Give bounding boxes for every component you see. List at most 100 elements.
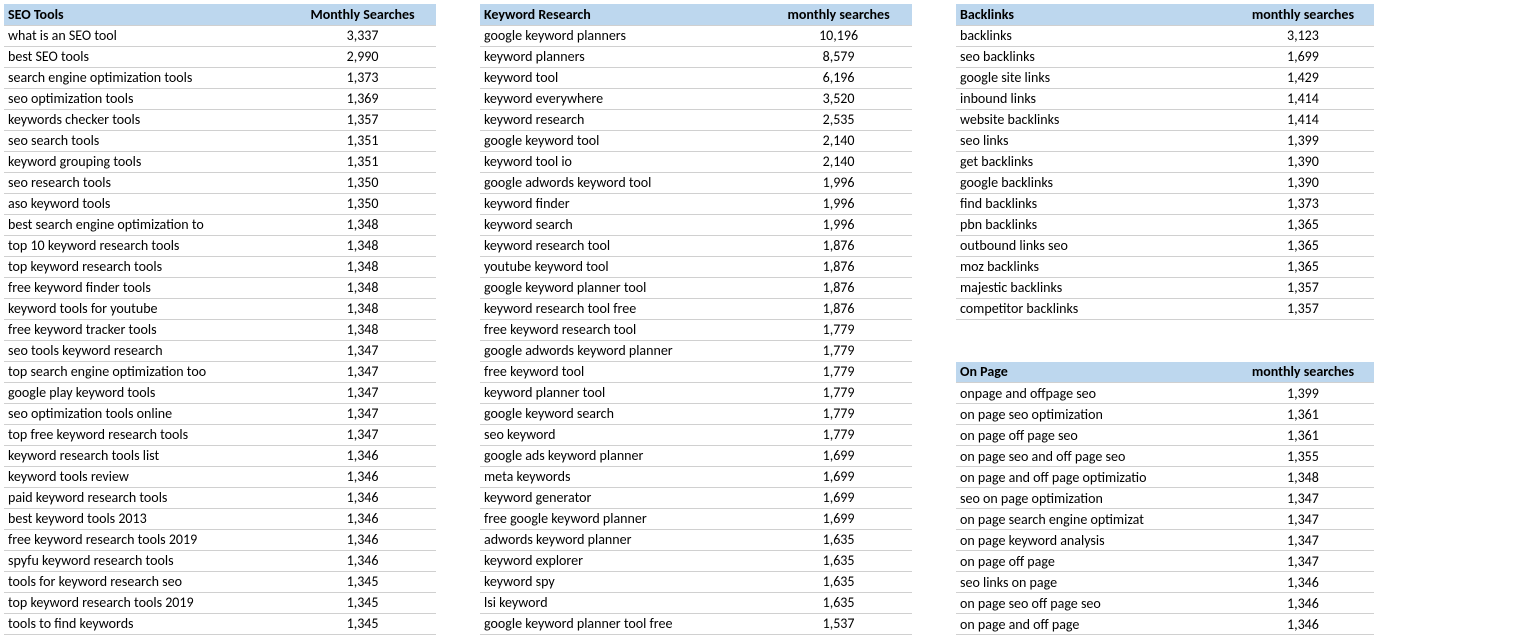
- cell-value[interactable]: 1,346: [289, 508, 436, 529]
- cell-term[interactable]: google play keyword tools: [4, 382, 289, 403]
- table-header-row[interactable]: On Page monthly searches: [956, 362, 1374, 383]
- table-header-row[interactable]: Keyword Research monthly searches: [480, 4, 912, 25]
- table-row[interactable]: keywords checker tools1,357: [4, 109, 436, 130]
- cell-value[interactable]: 1,345: [289, 613, 436, 634]
- cell-term[interactable]: google ads keyword planner: [480, 445, 765, 466]
- header-term[interactable]: SEO Tools: [4, 4, 289, 25]
- cell-term[interactable]: on page off page seo: [956, 425, 1232, 446]
- table-row[interactable]: onpage and offpage seo1,399: [956, 383, 1374, 404]
- cell-value[interactable]: 1,414: [1232, 88, 1374, 109]
- cell-value[interactable]: 1,876: [765, 235, 912, 256]
- table-row[interactable]: top search engine optimization too1,347: [4, 361, 436, 382]
- table-row[interactable]: on page off page1,347: [956, 551, 1374, 572]
- cell-value[interactable]: 1,346: [289, 466, 436, 487]
- table-row[interactable]: on page keyword analysis1,347: [956, 530, 1374, 551]
- cell-value[interactable]: 1,357: [1232, 277, 1374, 298]
- cell-term[interactable]: google adwords keyword planner: [480, 340, 765, 361]
- table-row[interactable]: keyword tools review1,346: [4, 466, 436, 487]
- header-value[interactable]: monthly searches: [1232, 362, 1374, 383]
- table-row[interactable]: free keyword research tools 20191,346: [4, 529, 436, 550]
- cell-value[interactable]: 1,348: [1232, 467, 1374, 488]
- table-row[interactable]: top keyword research tools1,348: [4, 256, 436, 277]
- cell-term[interactable]: get backlinks: [956, 151, 1232, 172]
- cell-term[interactable]: meta keywords: [480, 466, 765, 487]
- header-value[interactable]: Monthly Searches: [289, 4, 436, 25]
- cell-term[interactable]: google keyword search: [480, 403, 765, 424]
- table-row[interactable]: keyword explorer1,635: [480, 550, 912, 571]
- cell-value[interactable]: 1,348: [289, 256, 436, 277]
- table-row[interactable]: pbn backlinks1,365: [956, 214, 1374, 235]
- cell-value[interactable]: 3,337: [289, 25, 436, 46]
- cell-term[interactable]: lsi keyword: [480, 592, 765, 613]
- header-term[interactable]: Keyword Research: [480, 4, 765, 25]
- cell-value[interactable]: 1,699: [765, 508, 912, 529]
- cell-value[interactable]: 1,876: [765, 256, 912, 277]
- cell-term[interactable]: on page and off page: [956, 614, 1232, 635]
- cell-value[interactable]: 1,365: [1232, 235, 1374, 256]
- cell-term[interactable]: tools for keyword research seo: [4, 571, 289, 592]
- cell-value[interactable]: 1,699: [765, 466, 912, 487]
- cell-value[interactable]: 1,347: [1232, 530, 1374, 551]
- table-row[interactable]: google keyword planner tool1,876: [480, 277, 912, 298]
- cell-term[interactable]: top 10 keyword research tools: [4, 235, 289, 256]
- table-row[interactable]: keyword research tools list1,346: [4, 445, 436, 466]
- cell-term[interactable]: keyword research tool free: [480, 298, 765, 319]
- cell-term[interactable]: google adwords keyword tool: [480, 172, 765, 193]
- cell-term[interactable]: seo links: [956, 130, 1232, 151]
- table-row[interactable]: on page seo and off page seo1,355: [956, 446, 1374, 467]
- cell-term[interactable]: top keyword research tools: [4, 256, 289, 277]
- cell-term[interactable]: keyword explorer: [480, 550, 765, 571]
- cell-term[interactable]: best keyword tools 2013: [4, 508, 289, 529]
- table-row[interactable]: free google keyword planner1,699: [480, 508, 912, 529]
- cell-value[interactable]: 1,347: [289, 361, 436, 382]
- cell-value[interactable]: 1,350: [289, 172, 436, 193]
- cell-value[interactable]: 1,399: [1232, 383, 1374, 404]
- cell-term[interactable]: seo on page optimization: [956, 488, 1232, 509]
- cell-value[interactable]: 1,361: [1232, 425, 1374, 446]
- table-row[interactable]: google ads keyword planner1,699: [480, 445, 912, 466]
- cell-term[interactable]: seo search tools: [4, 130, 289, 151]
- cell-value[interactable]: 1,699: [765, 445, 912, 466]
- table-row[interactable]: keyword spy1,635: [480, 571, 912, 592]
- cell-value[interactable]: 3,123: [1232, 25, 1374, 46]
- cell-value[interactable]: 6,196: [765, 67, 912, 88]
- table-row[interactable]: free keyword tracker tools1,348: [4, 319, 436, 340]
- cell-value[interactable]: 1,346: [289, 529, 436, 550]
- table-row[interactable]: adwords keyword planner1,635: [480, 529, 912, 550]
- table-row[interactable]: backlinks3,123: [956, 25, 1374, 46]
- table-on-page[interactable]: On Page monthly searches onpage and offp…: [956, 362, 1374, 636]
- table-row[interactable]: keyword tool io2,140: [480, 151, 912, 172]
- cell-term[interactable]: keyword tools for youtube: [4, 298, 289, 319]
- table-row[interactable]: on page and off page1,346: [956, 614, 1374, 635]
- cell-term[interactable]: adwords keyword planner: [480, 529, 765, 550]
- table-row[interactable]: inbound links1,414: [956, 88, 1374, 109]
- table-row[interactable]: search engine optimization tools1,373: [4, 67, 436, 88]
- table-row[interactable]: on page seo off page seo1,346: [956, 593, 1374, 614]
- cell-value[interactable]: 1,347: [289, 424, 436, 445]
- cell-value[interactable]: 1,351: [289, 151, 436, 172]
- cell-value[interactable]: 1,996: [765, 214, 912, 235]
- table-header-row[interactable]: SEO Tools Monthly Searches: [4, 4, 436, 25]
- cell-term[interactable]: keyword generator: [480, 487, 765, 508]
- cell-value[interactable]: 1,346: [289, 550, 436, 571]
- cell-term[interactable]: keyword research tool: [480, 235, 765, 256]
- table-row[interactable]: majestic backlinks1,357: [956, 277, 1374, 298]
- table-row[interactable]: on page seo optimization1,361: [956, 404, 1374, 425]
- cell-term[interactable]: tools to find keywords: [4, 613, 289, 634]
- table-row[interactable]: google adwords keyword tool1,996: [480, 172, 912, 193]
- table-backlinks[interactable]: Backlinks monthly searches backlinks3,12…: [956, 4, 1374, 320]
- table-row[interactable]: seo links1,399: [956, 130, 1374, 151]
- table-row[interactable]: on page search engine optimizat1,347: [956, 509, 1374, 530]
- header-term[interactable]: Backlinks: [956, 4, 1232, 25]
- cell-term[interactable]: youtube keyword tool: [480, 256, 765, 277]
- cell-value[interactable]: 1,779: [765, 403, 912, 424]
- cell-term[interactable]: seo tools keyword research: [4, 340, 289, 361]
- cell-value[interactable]: 1,399: [1232, 130, 1374, 151]
- table-row[interactable]: top keyword research tools 20191,345: [4, 592, 436, 613]
- table-row[interactable]: competitor backlinks1,357: [956, 298, 1374, 319]
- table-row[interactable]: google keyword planners10,196: [480, 25, 912, 46]
- cell-value[interactable]: 1,635: [765, 592, 912, 613]
- cell-term[interactable]: top free keyword research tools: [4, 424, 289, 445]
- cell-term[interactable]: keyword planners: [480, 46, 765, 67]
- cell-value[interactable]: 1,348: [289, 298, 436, 319]
